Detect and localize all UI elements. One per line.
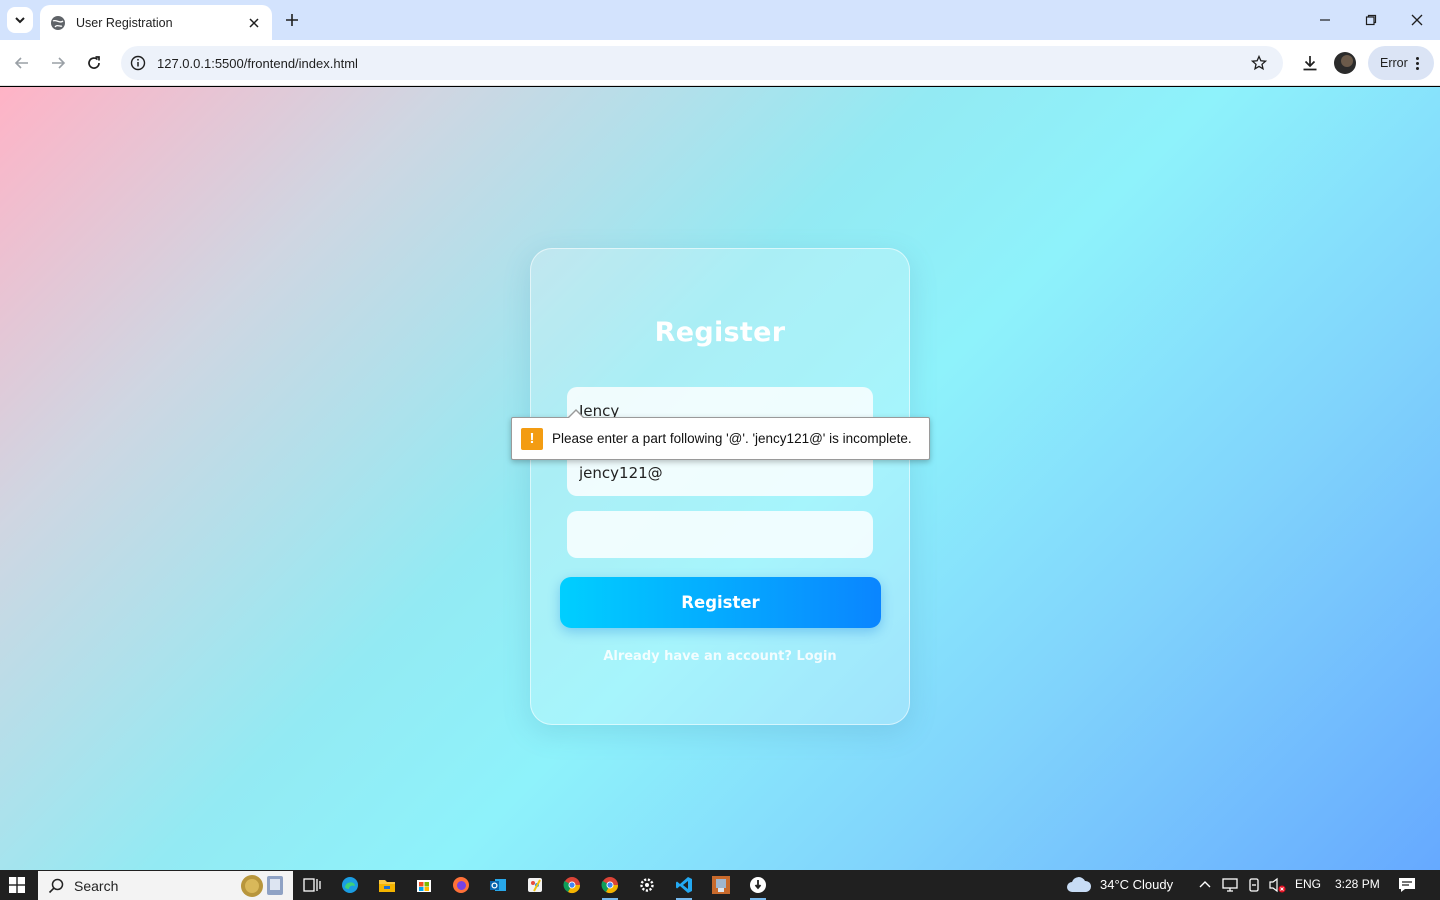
warning-icon: !: [521, 427, 543, 450]
globe-icon: [51, 15, 65, 30]
reload-button[interactable]: [82, 51, 106, 75]
task-view-icon[interactable]: [301, 874, 323, 896]
close-icon: [1411, 14, 1423, 26]
login-link[interactable]: Already have an account? Login: [531, 649, 909, 664]
minimize-button[interactable]: [1313, 8, 1337, 32]
network-icon[interactable]: [1221, 877, 1239, 893]
more-vertical-icon: [1416, 56, 1420, 70]
close-tab-icon[interactable]: [246, 15, 262, 31]
search-label: Search: [74, 877, 119, 894]
arrow-right-icon: [52, 57, 66, 69]
chrome-profile-icon[interactable]: [599, 874, 621, 900]
speaker-muted-icon[interactable]: [1268, 876, 1286, 894]
chevron-down-icon: [15, 17, 25, 24]
restore-button[interactable]: [1359, 8, 1383, 32]
page-viewport: Register Register Already have an accoun…: [0, 87, 1440, 870]
outlook-icon[interactable]: [487, 874, 509, 896]
vscode-icon[interactable]: [673, 874, 695, 900]
profile-avatar[interactable]: [1334, 52, 1356, 74]
plus-icon: [286, 14, 298, 26]
arrow-left-icon: [14, 57, 28, 69]
tab-search-button[interactable]: [7, 7, 33, 33]
new-tab-button[interactable]: [282, 10, 302, 30]
language-indicator[interactable]: ENG: [1295, 877, 1321, 891]
weather-text[interactable]: 34°C Cloudy: [1100, 877, 1173, 892]
notification-icon[interactable]: [1398, 877, 1416, 893]
page-title: Register: [654, 317, 786, 348]
taskbar-search[interactable]: Search: [38, 871, 293, 900]
store-icon[interactable]: [413, 874, 435, 896]
clock[interactable]: 3:28 PM: [1335, 877, 1380, 891]
register-button[interactable]: Register: [560, 577, 881, 628]
validation-tooltip: ! Please enter a part following '@'. 'je…: [511, 409, 930, 460]
close-window-button[interactable]: [1405, 8, 1429, 32]
firefox-icon[interactable]: [450, 874, 472, 896]
url-text: 127.0.0.1:5500/frontend/index.html: [157, 55, 358, 71]
forward-button[interactable]: [46, 51, 70, 75]
address-bar[interactable]: 127.0.0.1:5500/frontend/index.html: [121, 46, 1283, 80]
search-icon: [48, 878, 64, 893]
chevron-up-icon[interactable]: [1199, 879, 1211, 889]
battery-icon[interactable]: [1246, 877, 1262, 893]
reload-icon: [88, 56, 100, 69]
error-label: Error: [1380, 56, 1408, 70]
back-button[interactable]: [10, 51, 34, 75]
windows-taskbar: Search 34°C Cloudy ENG 3:28 PM: [0, 870, 1440, 900]
download-icon: [1303, 56, 1317, 71]
cloudy-weather-icon[interactable]: [1066, 876, 1092, 894]
restore-icon: [1365, 14, 1377, 26]
browser-tab[interactable]: User Registration: [40, 5, 272, 40]
desktop-app-icon[interactable]: [710, 874, 732, 896]
info-icon[interactable]: [129, 54, 147, 72]
downloads-button[interactable]: [1298, 51, 1322, 75]
edge-icon[interactable]: [339, 874, 361, 896]
windows-start-icon[interactable]: [9, 877, 25, 893]
register-card: Register Register Already have an accoun…: [530, 248, 910, 725]
search-highlight-icon: [241, 875, 283, 897]
password-input[interactable]: [567, 511, 873, 558]
browser-tab-bar: User Registration: [0, 0, 1440, 40]
download-manager-icon[interactable]: [747, 874, 769, 900]
validation-message: Please enter a part following '@'. 'jenc…: [552, 431, 912, 446]
error-menu-button[interactable]: Error: [1368, 46, 1434, 80]
bookmark-star-icon[interactable]: [1249, 53, 1269, 73]
minimize-icon: [1320, 19, 1330, 21]
paint-icon[interactable]: [524, 874, 546, 896]
settings-gear-icon[interactable]: [636, 874, 658, 896]
chrome-icon[interactable]: [561, 874, 583, 896]
browser-toolbar: 127.0.0.1:5500/frontend/index.html Error: [0, 40, 1440, 86]
tab-title: User Registration: [76, 15, 173, 30]
file-explorer-icon[interactable]: [376, 874, 398, 896]
